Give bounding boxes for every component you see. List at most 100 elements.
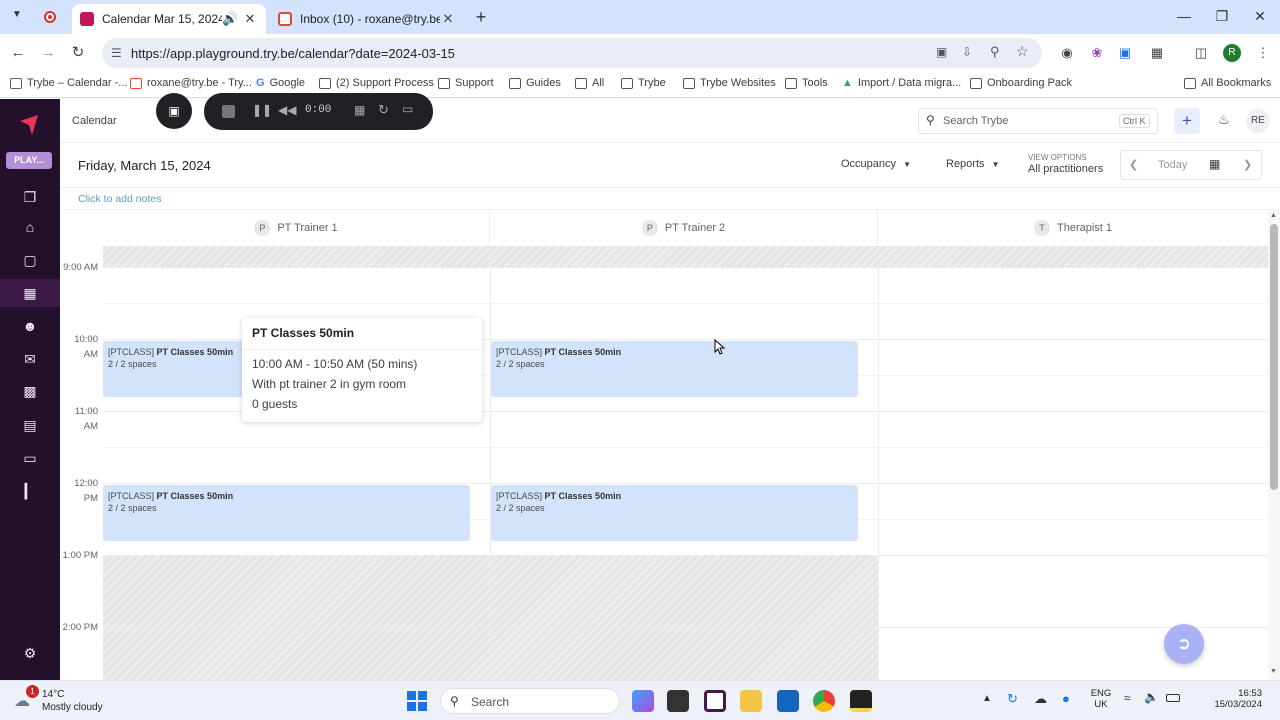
rewind-icon[interactable]: ◀◀ xyxy=(278,103,296,117)
scroll-up-icon[interactable]: ▲ xyxy=(1270,212,1277,219)
user-avatar[interactable]: RE xyxy=(1246,109,1270,133)
back-icon[interactable]: ← xyxy=(8,43,28,63)
date-picker-icon[interactable]: ▦ xyxy=(1209,157,1220,171)
bookmark-item[interactable]: Guides xyxy=(509,77,561,89)
booking-event[interactable]: [PTCLASS] PT Classes 50min 2 / 2 spaces xyxy=(491,485,858,541)
trybe-logo-icon[interactable] xyxy=(18,113,42,137)
address-bar[interactable]: ☰ https://app.playground.try.be/calendar… xyxy=(102,38,1042,68)
booking-event[interactable]: [PTCLASS] PT Classes 50min 2 / 2 spaces xyxy=(491,341,858,397)
mail-icon[interactable]: ✉ xyxy=(20,349,40,369)
bookmark-item[interactable]: Trybe Websites xyxy=(683,77,776,89)
language-indicator[interactable]: ENG UK xyxy=(1090,688,1112,710)
sync-icon[interactable]: ↻ xyxy=(1007,691,1018,707)
prev-day-icon[interactable]: ❮ xyxy=(1129,158,1138,171)
briefcase-icon[interactable]: ▩ xyxy=(20,381,40,401)
bookmark-item[interactable]: Trybe – Calendar -... xyxy=(10,77,127,89)
tab-search-button[interactable]: ▼ xyxy=(8,9,26,25)
copy-icon[interactable]: ❐ xyxy=(20,187,40,207)
windows-start-icon[interactable] xyxy=(407,691,427,711)
chrome-icon[interactable] xyxy=(813,690,835,712)
record-icon[interactable] xyxy=(44,11,56,23)
bookmark-item[interactable]: ▲ Import / Data migra... xyxy=(842,77,961,89)
users-icon[interactable]: ☻ xyxy=(20,316,40,336)
tab-close-icon[interactable]: ✕ xyxy=(242,11,258,27)
reload-icon[interactable]: ↻ xyxy=(68,43,88,63)
tab-inbox[interactable]: Inbox (10) - roxane@try.be - Try ✕ xyxy=(270,4,464,34)
close-window-icon[interactable]: ✕ xyxy=(1250,8,1270,25)
cloud-tray-icon[interactable]: ☁ xyxy=(1034,691,1047,707)
terminal-icon[interactable] xyxy=(667,690,689,712)
extension-color-icon[interactable]: ❀ xyxy=(1088,44,1106,62)
reports-chart-icon[interactable]: ▎ xyxy=(20,481,40,501)
tab-calendar[interactable]: Calendar Mar 15, 2024 | Try 🔊 ✕ xyxy=(72,4,266,34)
new-tab-button[interactable]: + xyxy=(472,7,490,28)
audio-icon[interactable]: 🔊 xyxy=(222,11,238,27)
weather-widget[interactable]: ☁ 1 14°C Mostly cloudy xyxy=(14,685,124,717)
site-info-icon[interactable]: ☰ xyxy=(111,46,122,60)
ticket-icon[interactable]: ▭ xyxy=(20,448,40,468)
home-icon[interactable]: ⌂ xyxy=(20,217,40,237)
view-options-select[interactable]: All practitioners xyxy=(1028,163,1103,175)
sidebar-item-calendar[interactable]: ▦ xyxy=(0,279,60,307)
chevron-up-icon[interactable]: ▲ xyxy=(982,693,992,704)
booking-event[interactable]: [PTCLASS] PT Classes 50min 2 / 2 spaces xyxy=(103,485,470,541)
restart-icon[interactable]: ↻ xyxy=(378,102,389,118)
today-button[interactable]: Today xyxy=(1158,159,1187,171)
notifications-bell-icon[interactable]: ♨ xyxy=(1218,112,1230,128)
menu-kebab-icon[interactable]: ⋮ xyxy=(1254,44,1272,62)
battery-icon[interactable] xyxy=(1166,694,1180,702)
environment-badge[interactable]: PLAY... xyxy=(6,152,52,169)
attachment-fab-button[interactable]: ➲ xyxy=(1164,624,1204,664)
occupancy-dropdown[interactable]: Occupancy ▼ xyxy=(841,158,911,170)
pause-icon[interactable]: ❚❚ xyxy=(252,103,272,117)
trash-icon[interactable]: ▭ xyxy=(402,102,413,116)
restore-icon[interactable]: ❐ xyxy=(1212,8,1232,25)
bookmark-item[interactable]: All xyxy=(575,77,604,89)
bookmark-item[interactable]: Support xyxy=(438,77,494,89)
add-notes-link[interactable]: Click to add notes xyxy=(78,193,161,205)
camera-blocked-icon[interactable]: ▣ xyxy=(936,45,947,59)
file-explorer-icon[interactable] xyxy=(740,690,762,712)
volume-icon[interactable]: 🔈 xyxy=(1144,690,1159,704)
wifi-icon[interactable]: ≈ xyxy=(1124,691,1131,705)
bookmark-item[interactable]: Trybe xyxy=(621,77,666,89)
translate-icon[interactable]: ▣ xyxy=(1116,44,1134,62)
reports-dropdown[interactable]: Reports ▼ xyxy=(946,158,1000,170)
extension-icon[interactable]: ◉ xyxy=(1058,44,1076,62)
profile-avatar[interactable]: R xyxy=(1223,44,1241,62)
calendar-scrollbar[interactable]: ▲ ▼ xyxy=(1268,210,1280,680)
bookmark-item[interactable]: Onboarding Pack xyxy=(970,77,1072,89)
slack-icon[interactable] xyxy=(704,690,726,712)
minimize-icon[interactable]: — xyxy=(1174,8,1194,24)
microphone-icon[interactable]: ● xyxy=(1062,691,1070,706)
clock[interactable]: 16:53 15/03/2024 xyxy=(1212,688,1262,710)
scroll-down-icon[interactable]: ▼ xyxy=(1270,668,1277,675)
taskbar-search[interactable]: ⚲ Search xyxy=(440,688,620,714)
grid-icon[interactable]: ▦ xyxy=(354,103,365,117)
forward-icon[interactable]: → xyxy=(38,43,58,63)
copilot-icon[interactable] xyxy=(632,690,654,712)
archive-icon[interactable]: ▤ xyxy=(20,415,40,435)
bookmark-item[interactable]: G Google xyxy=(256,77,305,89)
next-day-icon[interactable]: ❯ xyxy=(1243,158,1252,171)
url-text[interactable]: https://app.playground.try.be/calendar?d… xyxy=(131,46,455,61)
bookmark-item[interactable]: (2) Support Process xyxy=(319,77,434,89)
bookmark-item[interactable]: Tools xyxy=(785,77,828,89)
bookmark-item[interactable]: roxane@try.be - Try... xyxy=(130,77,252,89)
extensions-puzzle-icon[interactable]: ▦ xyxy=(1148,44,1166,62)
video-record-button[interactable]: ▣ xyxy=(156,93,192,129)
scrollbar-thumb[interactable] xyxy=(1270,224,1278,490)
settings-gear-icon[interactable]: ⚙ xyxy=(20,643,40,663)
stop-icon[interactable] xyxy=(222,105,235,118)
add-button[interactable]: + xyxy=(1174,108,1200,134)
sticky-notes-icon[interactable] xyxy=(850,690,872,712)
zoom-icon[interactable]: ⚲ xyxy=(990,44,1000,60)
shopping-bag-icon[interactable]: ▢ xyxy=(20,250,40,270)
side-panel-icon[interactable]: ◫ xyxy=(1192,44,1210,62)
install-app-icon[interactable]: ⇩ xyxy=(962,45,972,59)
tab-close-icon[interactable]: ✕ xyxy=(440,11,456,27)
all-bookmarks[interactable]: All Bookmarks xyxy=(1184,77,1271,89)
bookmark-star-icon[interactable]: ☆ xyxy=(1016,43,1029,60)
global-search[interactable]: ⚲ Search Trybe Ctrl K xyxy=(918,108,1158,134)
store-icon[interactable] xyxy=(777,690,799,712)
